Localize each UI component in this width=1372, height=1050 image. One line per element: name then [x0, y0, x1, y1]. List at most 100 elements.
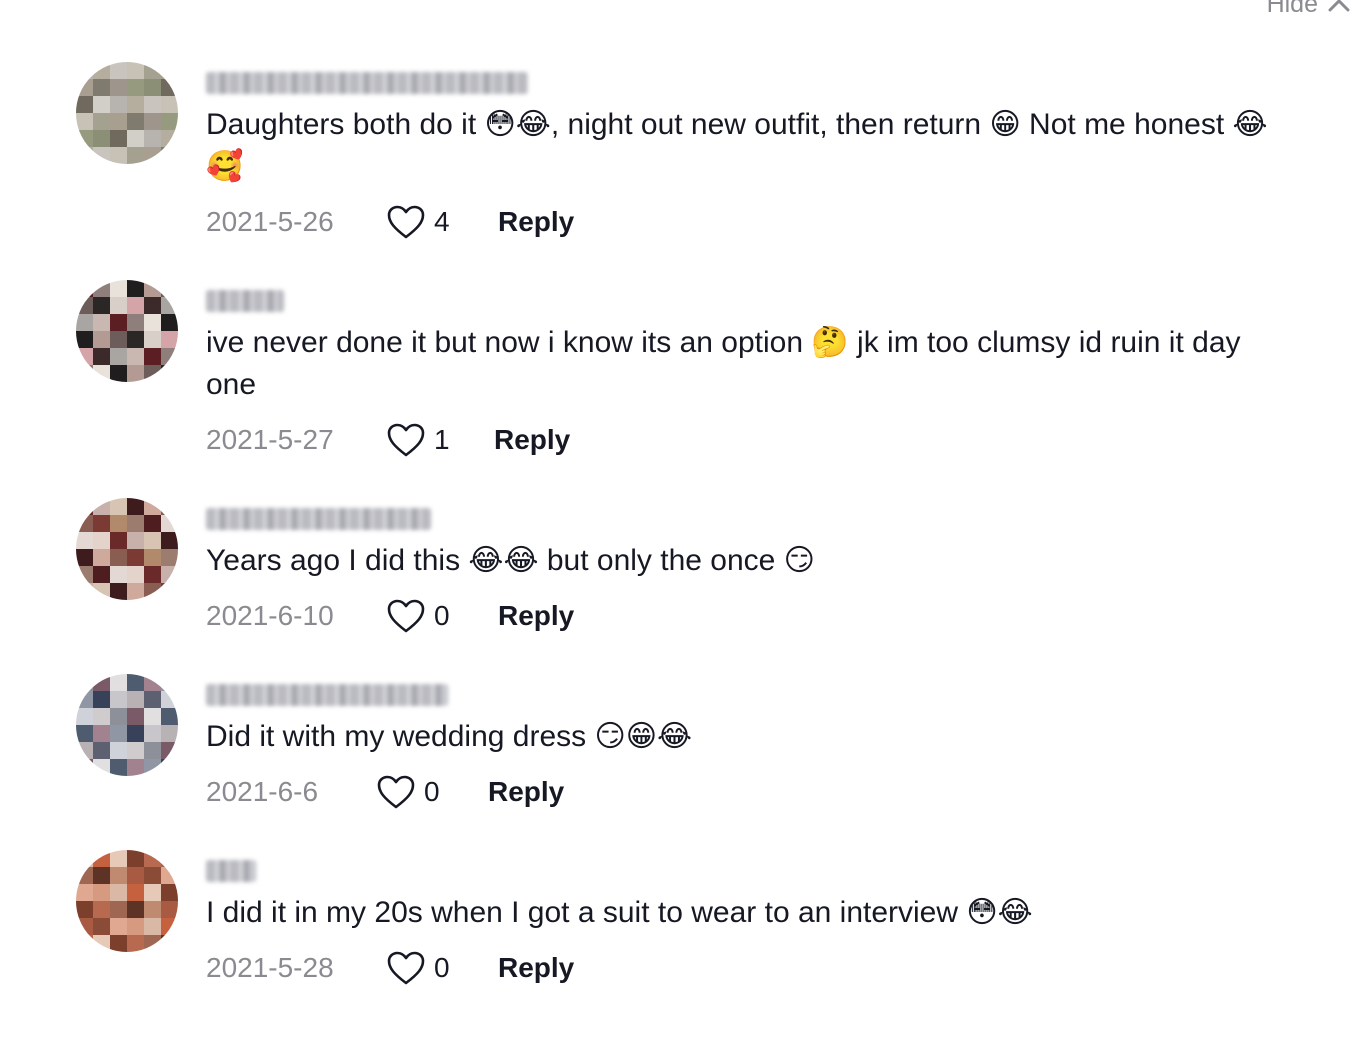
avatar-pixel — [161, 691, 178, 708]
comment-item: ive never done it but now i know its an … — [76, 280, 1332, 480]
avatar-pixel — [161, 79, 178, 96]
hide-replies-toggle[interactable]: Hide — [1267, 0, 1350, 19]
avatar-pixel — [110, 532, 127, 549]
avatar-pixel — [76, 280, 93, 297]
avatar-pixel — [76, 331, 93, 348]
comment-date: 2021-6-6 — [206, 776, 319, 807]
avatar-pixel — [76, 708, 93, 725]
avatar-pixel — [161, 532, 178, 549]
avatar-pixel — [93, 280, 110, 297]
avatar-pixel — [93, 62, 110, 79]
avatar-pixel — [161, 867, 178, 884]
avatar-pixel — [93, 147, 110, 164]
avatar-pixel — [161, 674, 178, 691]
hide-label: Hide — [1266, 0, 1318, 18]
avatar-pixel — [76, 79, 93, 96]
avatar-pixel — [76, 901, 93, 918]
comment-body: Did it with my wedding dress 😏😁😂 2021-6-… — [206, 684, 1332, 812]
avatar-pixel — [76, 96, 93, 113]
avatar-pixel — [110, 147, 127, 164]
comment-date: 2021-5-28 — [206, 952, 334, 983]
avatar-pixel — [144, 280, 161, 297]
avatar-pixel — [110, 331, 127, 348]
comment-body: Years ago I did this 😂😂 but only the onc… — [206, 508, 1332, 636]
like-button[interactable]: 4 — [386, 204, 498, 240]
avatar-pixel — [93, 691, 110, 708]
avatar-pixel — [110, 96, 127, 113]
avatar-pixel — [93, 515, 110, 532]
avatar-pixel — [93, 708, 110, 725]
avatar-pixel — [76, 884, 93, 901]
avatar-pixel — [127, 280, 144, 297]
avatar-pixel — [76, 867, 93, 884]
reply-button[interactable]: Reply — [498, 600, 574, 632]
comment-item: Did it with my wedding dress 😏😁😂 2021-6-… — [76, 674, 1332, 874]
avatar-pixel — [76, 515, 93, 532]
username-blurred[interactable] — [206, 508, 431, 530]
comment-body: I did it in my 20s when I got a suit to … — [206, 860, 1332, 988]
avatar[interactable] — [76, 498, 178, 600]
avatar-pixel — [110, 918, 127, 935]
avatar-pixel — [93, 884, 110, 901]
avatar-pixel — [93, 96, 110, 113]
avatar-pixel — [144, 532, 161, 549]
avatar-pixel — [110, 566, 127, 583]
avatar[interactable] — [76, 850, 178, 952]
avatar-pixel — [127, 725, 144, 742]
avatar-pixel — [93, 498, 110, 515]
avatar[interactable] — [76, 62, 178, 164]
avatar-pixel — [76, 113, 93, 130]
comment-text: I did it in my 20s when I got a suit to … — [206, 896, 1033, 929]
avatar-pixel — [144, 348, 161, 365]
avatar-pixel — [161, 583, 178, 600]
avatar-pixel — [110, 79, 127, 96]
avatar-pixel — [127, 498, 144, 515]
avatar-pixel — [110, 867, 127, 884]
username-blurred[interactable] — [206, 860, 256, 882]
comment-text: Daughters both do it 😳😂, night out new o… — [206, 108, 1268, 183]
avatar-pixel — [161, 113, 178, 130]
avatar-pixel — [127, 515, 144, 532]
comment-date: 2021-5-27 — [206, 424, 334, 455]
like-button[interactable]: 0 — [386, 598, 498, 634]
comment-text: Years ago I did this 😂😂 but only the onc… — [206, 544, 815, 577]
like-button[interactable]: 0 — [386, 950, 498, 986]
avatar[interactable] — [76, 280, 178, 382]
like-count: 4 — [434, 206, 450, 237]
avatar-pixel — [144, 901, 161, 918]
username-blurred[interactable] — [206, 72, 528, 94]
avatar-pixel — [76, 314, 93, 331]
avatar-pixel — [161, 742, 178, 759]
comment-body: ive never done it but now i know its an … — [206, 290, 1332, 460]
avatar-pixel — [127, 348, 144, 365]
avatar-pixel — [144, 708, 161, 725]
avatar-pixel — [161, 498, 178, 515]
avatar[interactable] — [76, 674, 178, 776]
like-button[interactable]: 1 — [386, 422, 494, 458]
avatar-pixel — [161, 708, 178, 725]
reply-button[interactable]: Reply — [498, 206, 574, 238]
heart-outline-icon — [387, 423, 425, 457]
comment-meta: 2021-5-27 1 Reply — [206, 420, 1332, 460]
username-blurred[interactable] — [206, 290, 284, 312]
avatar-pixel — [144, 725, 161, 742]
avatar-pixel — [144, 331, 161, 348]
comment-meta: 2021-6-6 0 Reply — [206, 772, 1332, 812]
like-button[interactable]: 0 — [376, 774, 488, 810]
avatar-pixel — [144, 297, 161, 314]
reply-button[interactable]: Reply — [494, 424, 570, 456]
reply-button[interactable]: Reply — [488, 776, 564, 808]
avatar-pixel — [127, 867, 144, 884]
avatar-pixel — [110, 113, 127, 130]
comment-date: 2021-6-10 — [206, 600, 334, 631]
avatar-pixel — [110, 583, 127, 600]
avatar-pixel — [161, 566, 178, 583]
avatar-pixel — [127, 96, 144, 113]
avatar-pixel — [110, 850, 127, 867]
heart-outline-icon — [377, 775, 415, 809]
avatar-pixel — [127, 583, 144, 600]
avatar-pixel — [161, 549, 178, 566]
username-blurred[interactable] — [206, 684, 448, 706]
reply-button[interactable]: Reply — [498, 952, 574, 984]
avatar-pixel — [144, 130, 161, 147]
